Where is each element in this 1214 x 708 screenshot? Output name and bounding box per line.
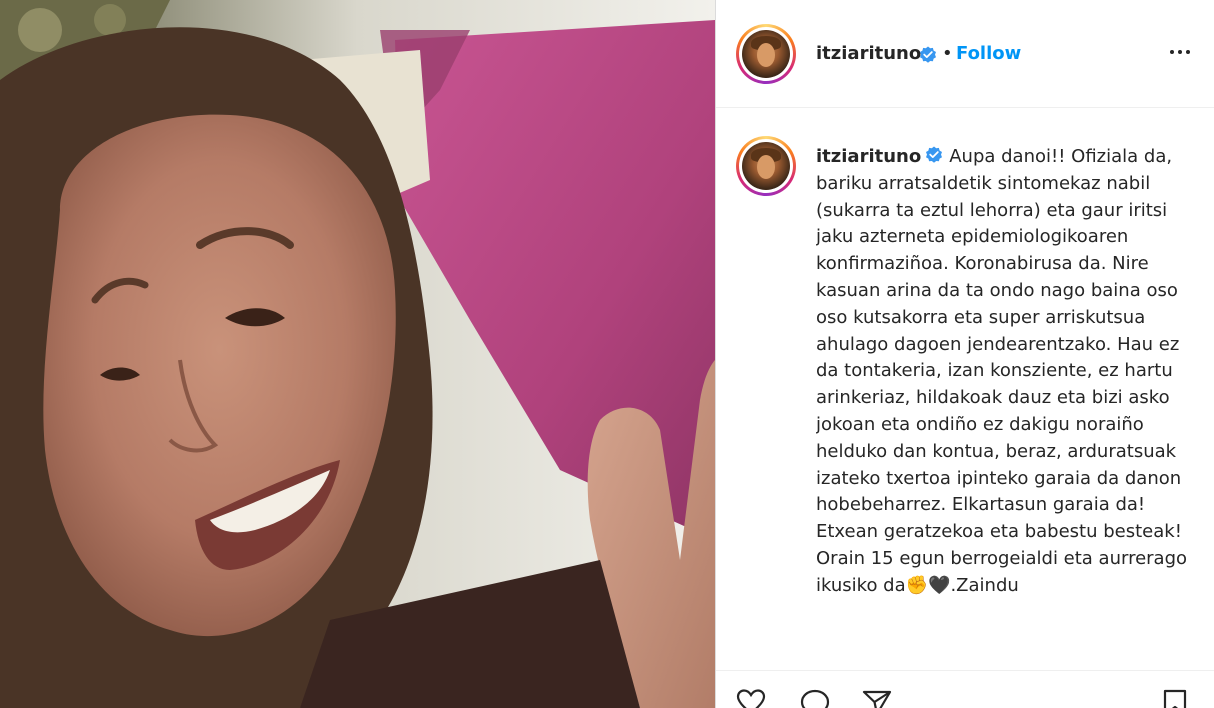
comment-icon[interactable] xyxy=(800,689,830,708)
avatar-face xyxy=(757,43,775,67)
action-bar xyxy=(716,670,1214,708)
caption-username[interactable]: itziarituno xyxy=(816,146,921,167)
more-options-icon[interactable] xyxy=(1168,50,1192,58)
post-caption: itziarituno Aupa danoi!! Ofiziala da, ba… xyxy=(816,144,1196,664)
bookmark-icon[interactable] xyxy=(1162,689,1188,708)
more-dot xyxy=(1178,50,1182,54)
avatar-photo xyxy=(742,30,790,78)
avatar-ring-inner xyxy=(739,139,793,193)
share-icon[interactable] xyxy=(862,689,892,708)
instagram-post: itziarituno • Follow itziarituno Aupa da… xyxy=(0,0,1214,708)
more-dot xyxy=(1186,50,1190,54)
verified-badge-icon xyxy=(920,46,936,63)
more-dot xyxy=(1170,50,1174,54)
selfie-image xyxy=(0,0,715,708)
post-photo[interactable] xyxy=(0,0,715,708)
profile-avatar[interactable] xyxy=(736,24,796,84)
heart-icon[interactable] xyxy=(736,689,766,708)
verified-badge-icon xyxy=(926,146,943,163)
avatar-face xyxy=(757,155,775,179)
caption-text: Aupa danoi!! Ofiziala da, bariku arratsa… xyxy=(816,146,1188,596)
avatar-photo xyxy=(742,142,790,190)
header-username[interactable]: itziarituno xyxy=(816,43,921,64)
caption-fade xyxy=(716,655,1214,669)
avatar-ring-inner xyxy=(739,27,793,81)
header-separator: • xyxy=(942,43,953,64)
follow-button[interactable]: Follow xyxy=(956,43,1021,64)
caption-avatar[interactable] xyxy=(736,136,796,196)
